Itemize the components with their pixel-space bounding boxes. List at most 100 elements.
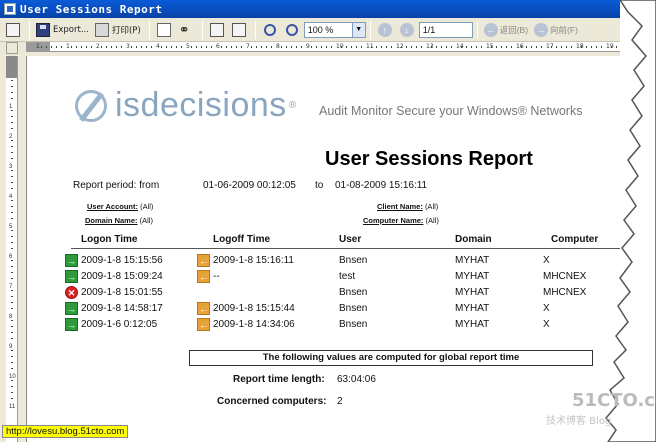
back-button[interactable]: ← 返回(B): [482, 20, 530, 40]
ruler-tick: [11, 122, 13, 123]
ruler-tick: [526, 46, 527, 48]
ruler-tick: [11, 110, 13, 111]
company-logo: isdecisions ®: [75, 86, 296, 125]
ruler-tick: [496, 46, 497, 48]
ruler-tick: [11, 206, 13, 207]
single-page-button[interactable]: [207, 20, 227, 40]
filter-label: Computer Name:: [363, 216, 424, 225]
ruler-tick: [131, 46, 132, 48]
copy-button[interactable]: [154, 20, 174, 40]
computer-cell: X: [543, 303, 550, 314]
arrow-up-icon: ↑: [377, 22, 392, 37]
zoom-value: 100 %: [307, 24, 334, 35]
ruler-tick: [321, 46, 322, 48]
chevron-down-icon: ▼: [351, 22, 365, 37]
multi-page-button[interactable]: [229, 20, 249, 40]
ruler-tick: [191, 46, 192, 48]
computer-cell: X: [543, 319, 550, 330]
ruler-tick: [11, 200, 13, 201]
ruler-tick: [11, 80, 13, 81]
ruler-number: 15: [486, 43, 494, 50]
watermark-sub: 技术博客 Blog: [546, 416, 612, 427]
logon-success-icon: →: [65, 302, 78, 315]
ruler-tick: [56, 46, 57, 48]
forward-button[interactable]: → 向前(F): [532, 20, 580, 40]
period-to: 01-08-2009 15:16:11: [335, 180, 428, 191]
ruler-tick: [51, 46, 52, 48]
ruler-tick: [391, 46, 392, 48]
table-row[interactable]: → 2009-1-8 15:15:56 ← 2009-1-8 15:16:11 Bnse…: [27, 254, 620, 270]
ruler-number: 5: [186, 43, 190, 50]
ruler-tick: [311, 46, 312, 48]
report-viewer-window: User Sessions Report Export... 打印(P) ⚭ 1…: [0, 0, 620, 442]
ruler-tick: [226, 46, 227, 48]
domain-cell: MYHAT: [455, 303, 490, 314]
logon-success-icon: →: [65, 254, 78, 267]
blog-url-tag: http://lovesu.blog.51cto.com: [2, 425, 129, 438]
ruler-tick: [121, 46, 122, 48]
toolbar-separator: [476, 20, 478, 39]
zoom-out-button[interactable]: [260, 20, 280, 40]
ruler-tick: [376, 46, 377, 48]
ruler-tick: [161, 46, 162, 48]
logo-registered: ®: [288, 100, 297, 111]
logoff-time: 2009-1-8 15:15:44: [213, 303, 295, 314]
ruler-tick: [11, 338, 13, 339]
ruler-tick: [206, 46, 207, 48]
ruler-tick: [11, 176, 13, 177]
toggle-tree-button[interactable]: [3, 20, 23, 40]
table-row[interactable]: → 2009-1-8 15:09:24 ← -- test MYHAT MHCNEX: [27, 270, 620, 286]
logoff-icon: ←: [197, 270, 210, 283]
filter-client-name: Client Name: (All): [377, 202, 438, 211]
tagline: Audit Monitor Secure your Windows® Netwo…: [319, 104, 583, 118]
table-row[interactable]: → 2009-1-8 14:58:17 ← 2009-1-8 15:15:44 Bnse…: [27, 302, 620, 318]
find-button[interactable]: ⚭: [176, 20, 196, 40]
ruler-tick: [11, 152, 13, 153]
next-page-button[interactable]: ↓: [397, 20, 417, 40]
ruler-tick: [291, 46, 292, 48]
ruler-tick: [356, 46, 357, 48]
ruler-tick: [421, 46, 422, 48]
ruler-tick: [381, 46, 382, 48]
export-button[interactable]: Export...: [34, 20, 91, 40]
ruler-tick: [531, 46, 532, 48]
watermark-brand: 51CTO.com: [572, 390, 656, 411]
table-row[interactable]: ✕ 2009-1-8 15:01:55 Bnsen MYHAT MHCNEX: [27, 286, 620, 302]
logon-time: 2009-1-8 14:58:17: [81, 303, 163, 314]
ruler-number: 6: [216, 43, 220, 50]
ruler-tick: [146, 46, 147, 48]
table-row[interactable]: → 2009-1-6 0:12:05 ← 2009-1-8 14:34:06 Bnsen…: [27, 318, 620, 334]
ruler-tick: [11, 188, 13, 189]
print-button[interactable]: 打印(P): [93, 20, 143, 40]
zoom-select[interactable]: 100 % ▼: [303, 21, 366, 38]
user-cell: Bnsen: [339, 319, 368, 330]
user-cell: test: [339, 271, 356, 282]
multi-page-icon: [231, 22, 246, 37]
ruler-tick: [256, 46, 257, 48]
vertical-ruler: 1 2 3 4 5 6 7 8 9 10 11: [6, 56, 18, 442]
page-number-field[interactable]: 1/1: [418, 21, 473, 38]
ruler-tick: [371, 46, 372, 48]
logon-time: 2009-1-8 15:09:24: [81, 271, 163, 282]
ruler-number: 14: [456, 43, 464, 50]
time-length-label: Report time length:: [233, 374, 325, 385]
ruler-tick: [566, 46, 567, 48]
user-cell: Bnsen: [339, 255, 368, 266]
ruler-tick: [196, 46, 197, 48]
ruler-tick: [316, 46, 317, 48]
ruler-tick: [331, 46, 332, 48]
user-cell: Bnsen: [339, 287, 368, 298]
domain-cell: MYHAT: [455, 271, 490, 282]
ruler-number: 7: [246, 43, 250, 50]
logoff-icon: ←: [197, 318, 210, 331]
ruler-tick: [211, 46, 212, 48]
save-icon: [36, 22, 50, 37]
filter-label: Client Name:: [377, 202, 423, 211]
ruler-number: 17: [546, 43, 554, 50]
ruler-tick: [11, 296, 13, 297]
ruler-tick: [86, 46, 87, 48]
computers-value: 2: [337, 396, 343, 407]
zoom-in-button[interactable]: [282, 20, 302, 40]
prev-page-button[interactable]: ↑: [375, 20, 395, 40]
export-label: Export...: [53, 24, 89, 35]
